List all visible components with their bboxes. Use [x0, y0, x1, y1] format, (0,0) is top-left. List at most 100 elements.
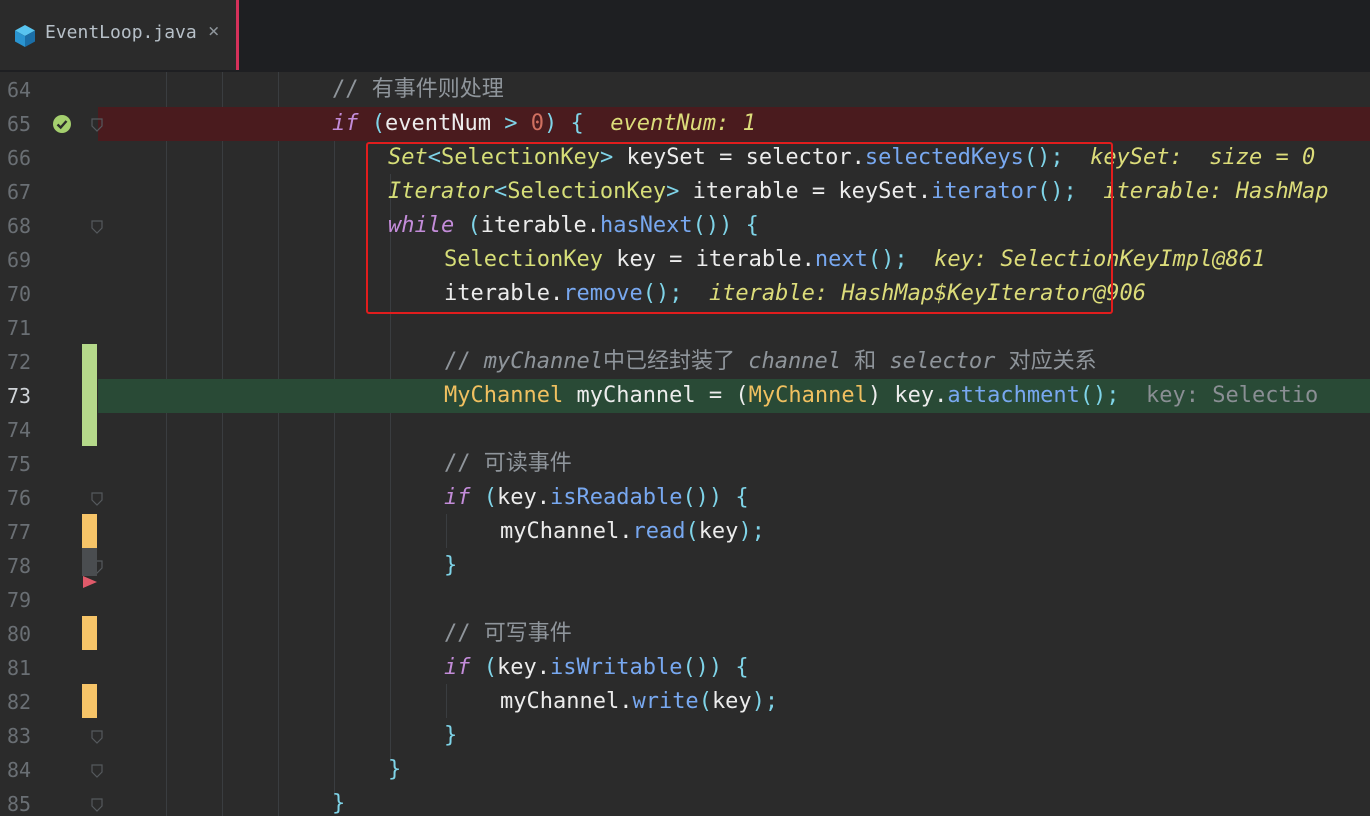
code-line[interactable]: 73 MyChannel myChannel = (MyChannel) key.…	[0, 379, 1370, 413]
code-token: >	[490, 111, 531, 136]
code-line[interactable]: 77 myChannel.read(key);	[0, 515, 1370, 549]
code-token: key.	[497, 655, 550, 680]
code-token: if	[444, 655, 471, 680]
code-token: MyChannel	[444, 383, 564, 408]
code-line[interactable]: 76 if (key.isReadable()) {	[0, 481, 1370, 515]
code-line[interactable]: 78}	[0, 549, 1370, 583]
code-token: (	[470, 485, 497, 510]
line-number[interactable]: 68	[7, 209, 31, 243]
code-text: if (key.isReadable()) {	[444, 481, 749, 515]
line-number[interactable]: 79	[7, 583, 31, 617]
change-marker-modified	[82, 684, 97, 718]
code-token: attachment	[947, 383, 1080, 408]
fold-marker-icon[interactable]	[91, 117, 103, 132]
code-token: isReadable	[549, 485, 683, 510]
code-text: myChannel.write(key);	[500, 685, 778, 719]
code-line[interactable]: 74	[0, 413, 1370, 447]
line-number[interactable]: 75	[7, 447, 31, 481]
line-number[interactable]: 73	[7, 379, 31, 413]
line-number[interactable]: 80	[7, 617, 31, 651]
code-token: MyChannel	[748, 383, 868, 408]
fold-marker-icon[interactable]	[91, 763, 103, 778]
code-token: (	[685, 519, 699, 544]
code-line[interactable]: 75 // 可读事件	[0, 447, 1370, 481]
verified-breakpoint-icon[interactable]	[52, 114, 72, 138]
code-editor[interactable]: 64// 有事件则处理 65 if (eventNum > 0) { eventNu…	[0, 72, 1370, 816]
code-line[interactable]: 85}	[0, 787, 1370, 816]
line-number[interactable]: 69	[7, 243, 31, 277]
line-number[interactable]: 74	[7, 413, 31, 447]
line-number[interactable]: 83	[7, 719, 31, 753]
code-text: if (eventNum > 0) { eventNum: 1	[332, 107, 756, 141]
line-number[interactable]: 78	[7, 549, 31, 583]
line-number[interactable]: 81	[7, 651, 31, 685]
code-token: if	[444, 485, 471, 510]
code-text: // 有事件则处理	[332, 73, 504, 107]
code-token: myChannel = (	[563, 383, 749, 408]
code-token: }	[332, 791, 346, 816]
debug-inline-value: iterable: HashMap	[1076, 179, 1329, 204]
code-line[interactable]: 83}	[0, 719, 1370, 753]
code-line[interactable]: 65 if (eventNum > 0) { eventNum: 1	[0, 107, 1370, 141]
code-line[interactable]: 64 // 有事件则处理	[0, 73, 1370, 107]
line-number[interactable]: 67	[7, 175, 31, 209]
line-number[interactable]: 77	[7, 515, 31, 549]
fold-marker-icon[interactable]	[91, 797, 103, 812]
code-line[interactable]: 72 // myChannel中已经封装了 channel 和 selector …	[0, 345, 1370, 379]
code-token: 对应关系	[995, 349, 1097, 374]
code-token: ();	[1079, 383, 1120, 408]
code-line[interactable]: 80 // 可写事件	[0, 617, 1370, 651]
editor-tab-bar: EventLoop.java ×	[0, 0, 1370, 72]
code-token: key	[698, 519, 739, 544]
debug-inline-value: eventNum: 1	[583, 111, 756, 136]
line-number[interactable]: 72	[7, 345, 31, 379]
debug-inline-value: key: Selectio	[1119, 383, 1319, 408]
code-token: if	[332, 111, 359, 136]
code-line[interactable]: 84}	[0, 753, 1370, 787]
line-number[interactable]: 65	[7, 107, 31, 141]
fold-marker-icon[interactable]	[91, 729, 103, 744]
code-token: 中已经封装了	[602, 349, 749, 374]
code-text: // myChannel中已经封装了 channel 和 selector 对应…	[444, 345, 1097, 379]
code-token: write	[632, 689, 699, 714]
code-line[interactable]: 71	[0, 311, 1370, 345]
code-token: );	[751, 689, 779, 714]
fold-marker-icon[interactable]	[91, 491, 103, 506]
code-token: myChannel	[483, 349, 603, 374]
code-line[interactable]: 79	[0, 583, 1370, 617]
code-token: 0	[530, 111, 544, 136]
code-token: ()) {	[682, 655, 749, 680]
code-line[interactable]: 82 myChannel.write(key);	[0, 685, 1370, 719]
change-marker-modified	[82, 616, 97, 650]
line-number[interactable]: 71	[7, 311, 31, 345]
fold-marker-icon[interactable]	[91, 219, 103, 234]
tab-title: EventLoop.java	[45, 22, 197, 43]
line-number[interactable]: 82	[7, 685, 31, 719]
code-token: selector	[889, 349, 996, 374]
code-token: ) {	[543, 111, 584, 136]
execution-pointer-icon	[82, 574, 98, 594]
code-text: }	[388, 753, 401, 787]
code-token: // 可读事件	[444, 451, 572, 476]
annotation-highlight-box	[366, 142, 1113, 314]
close-icon[interactable]: ×	[208, 20, 219, 42]
code-token: (	[698, 689, 712, 714]
code-token: key	[711, 689, 752, 714]
code-token: eventNum	[385, 111, 491, 136]
code-line[interactable]: 81 if (key.isWritable()) {	[0, 651, 1370, 685]
code-token: }	[444, 723, 458, 748]
code-token: // 有事件则处理	[332, 77, 504, 102]
line-number[interactable]: 64	[7, 73, 31, 107]
line-number[interactable]: 70	[7, 277, 31, 311]
line-number[interactable]: 66	[7, 141, 31, 175]
tab-eventloop-java[interactable]: EventLoop.java ×	[0, 0, 239, 70]
code-token: 和	[840, 349, 890, 374]
line-number[interactable]: 76	[7, 481, 31, 515]
code-token: (	[358, 111, 385, 136]
line-number[interactable]: 85	[7, 787, 31, 816]
code-token: ()) {	[682, 485, 749, 510]
code-text: // 可读事件	[444, 447, 572, 481]
code-token: myChannel.	[500, 519, 633, 544]
code-text: // 可写事件	[444, 617, 572, 651]
line-number[interactable]: 84	[7, 753, 31, 787]
